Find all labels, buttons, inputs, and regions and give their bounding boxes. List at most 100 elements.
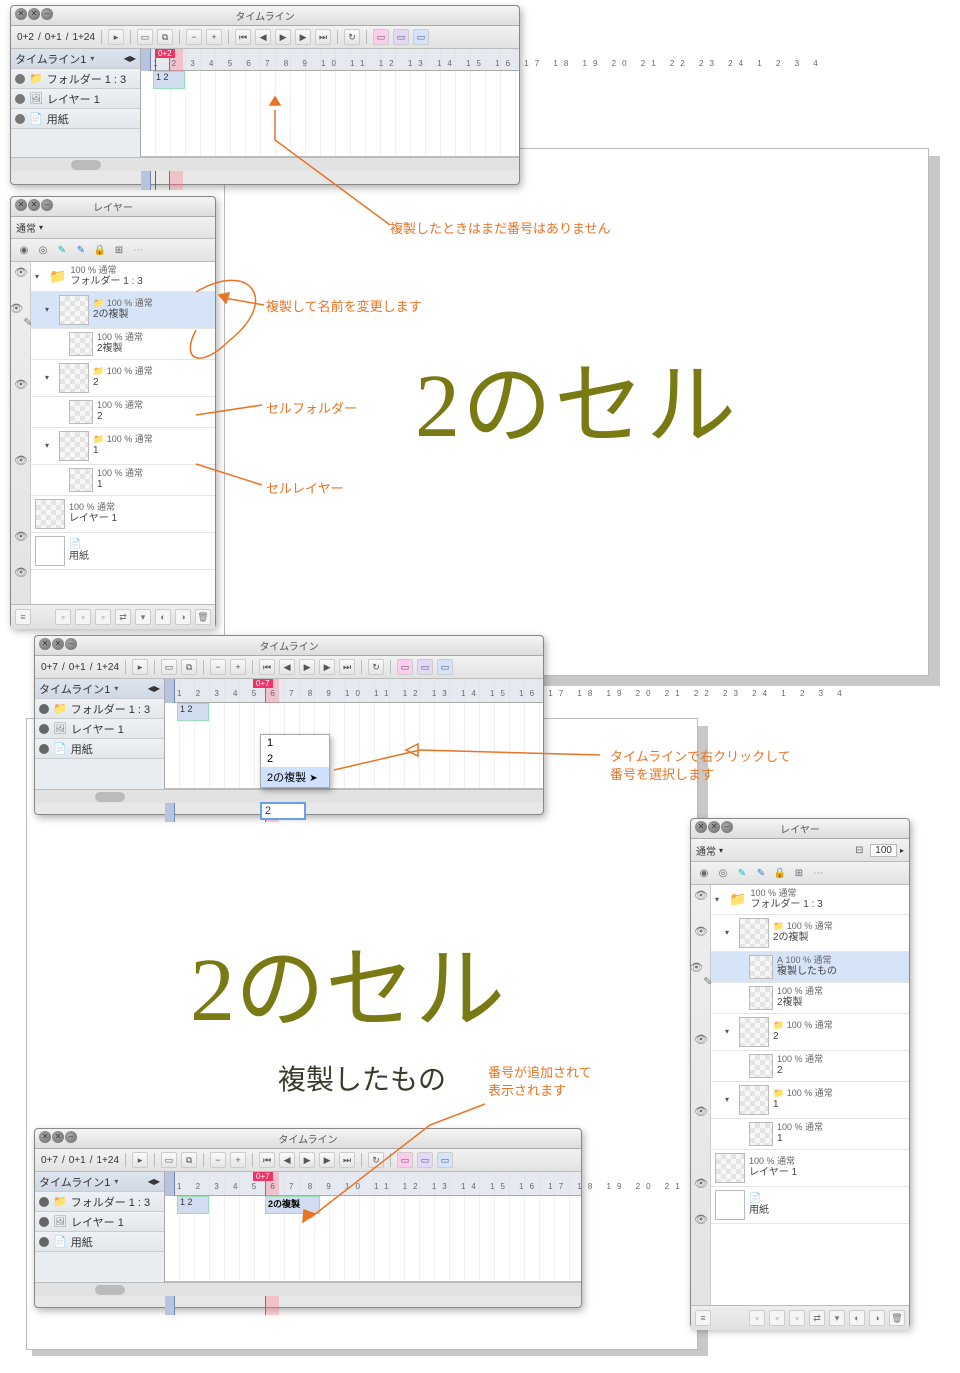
ctx-item-1[interactable]: 1 — [261, 735, 329, 751]
new-group-icon[interactable]: ▫ — [95, 609, 111, 625]
stack-icon[interactable]: ≡ — [15, 609, 31, 625]
close-icon[interactable]: ✕ — [52, 638, 64, 650]
loop-icon[interactable]: ↻ — [368, 1152, 384, 1168]
mask-icon[interactable]: ◐ — [849, 1310, 865, 1326]
zoom-out-icon[interactable]: − — [210, 659, 226, 675]
next-frame-icon[interactable]: ▶ — [319, 659, 335, 675]
visibility-toggle[interactable]: 👁 — [691, 1105, 711, 1141]
first-frame-icon[interactable]: ⏮ — [235, 29, 251, 45]
track-layer[interactable]: 🖼レイヤー 1 — [35, 719, 164, 739]
pen-blue-icon[interactable]: ✎ — [753, 865, 769, 881]
ctx-item-2[interactable]: 2 — [261, 751, 329, 767]
cel-pink-icon[interactable]: ▭ — [397, 1152, 413, 1168]
layer-row-folder[interactable]: ▾ 📁 100 % 通常フォルダー 1 : 3 — [31, 262, 215, 292]
zoom-in-icon[interactable]: + — [230, 659, 246, 675]
layer-row-duplicated[interactable]: A̲ 100 % 通常複製したもの — [711, 952, 909, 983]
visibility-toggle[interactable]: 👁 — [691, 1177, 711, 1213]
layer-row-cel-layer[interactable]: 100 % 通常2 — [711, 1051, 909, 1082]
visibility-toggle[interactable]: 👁✎ — [691, 961, 711, 997]
transfer-icon[interactable]: ⇄ — [809, 1310, 825, 1326]
visibility-toggle[interactable]: 👁✎ — [11, 302, 31, 338]
new-folder-icon[interactable]: ▫ — [75, 609, 91, 625]
last-frame-icon[interactable]: ⏭ — [339, 1152, 355, 1168]
layer-row-cel-layer[interactable]: 100 % 通常2複製 — [31, 329, 215, 360]
flag-icon[interactable]: ▸ — [132, 1152, 148, 1168]
close-icon[interactable]: ✕ — [708, 821, 720, 833]
cel-pink-icon[interactable]: ▭ — [397, 659, 413, 675]
timeline-scrollbar[interactable] — [35, 1282, 581, 1296]
merge-icon[interactable]: ▾ — [135, 609, 151, 625]
more-icon[interactable]: ⋯ — [810, 865, 826, 881]
track-paper[interactable]: 📄用紙 — [35, 1232, 164, 1252]
cel-chip-duplicate[interactable]: 2の複製 — [265, 1196, 320, 1214]
mask-icon[interactable]: ◐ — [155, 609, 171, 625]
cel-pink-icon[interactable]: ▭ — [373, 29, 389, 45]
layer-row-paper[interactable]: 📄用紙 — [31, 533, 215, 570]
cel-blue-icon[interactable]: ▭ — [437, 1152, 453, 1168]
blend-mode-select[interactable]: 通常 — [696, 843, 716, 858]
layer-row-cel-folder[interactable]: ▾ 📁 100 % 通常2 — [711, 1014, 909, 1051]
minimize-icon[interactable]: – — [65, 638, 77, 650]
window-icon[interactable]: ▭ — [161, 1152, 177, 1168]
pin-icon[interactable]: ✕ — [39, 1131, 51, 1143]
flag-icon[interactable]: ▸ — [132, 659, 148, 675]
next-frame-icon[interactable]: ▶ — [295, 29, 311, 45]
new-layer-icon[interactable]: ▫ — [55, 609, 71, 625]
prev-frame-icon[interactable]: ◀ — [279, 659, 295, 675]
cel-purple-icon[interactable]: ▭ — [393, 29, 409, 45]
pen-cyan-icon[interactable]: ✎ — [54, 242, 70, 258]
visibility-toggle[interactable]: 👁 — [11, 566, 31, 602]
play-icon[interactable]: ▶ — [275, 29, 291, 45]
loop-icon[interactable]: ↻ — [344, 29, 360, 45]
layer-row-cel-layer[interactable]: 100 % 通常1 — [711, 1119, 909, 1150]
layer-row-cel-folder[interactable]: ▾ 📁 100 % 通常2の複製 — [31, 292, 215, 329]
compare-icon[interactable]: ⧉ — [181, 1152, 197, 1168]
first-frame-icon[interactable]: ⏮ — [259, 1152, 275, 1168]
panel-title[interactable]: ✕ ✕ – レイヤー — [11, 197, 215, 217]
more-icon[interactable]: ⋯ — [130, 242, 146, 258]
visibility-toggle[interactable]: 👁 — [691, 1213, 711, 1249]
prev-frame-icon[interactable]: ◀ — [279, 1152, 295, 1168]
new-layer-icon[interactable]: ▫ — [749, 1310, 765, 1326]
zoom-out-icon[interactable]: − — [186, 29, 202, 45]
visibility-toggle[interactable]: 👁 — [691, 925, 711, 961]
ref-layer-icon[interactable]: ⊞ — [791, 865, 807, 881]
timeline-ruler[interactable]: 0+7 1 2 3 4 5 6 7 8 9 10 11 12 13 14 15 … — [165, 679, 543, 703]
lock-icon[interactable]: 🔒 — [92, 242, 108, 258]
panel-title[interactable]: ✕✕– タイムライン — [35, 636, 543, 656]
close-icon[interactable]: ✕ — [28, 8, 40, 20]
layer-row-folder[interactable]: ▾📁 100 % 通常フォルダー 1 : 3 — [711, 885, 909, 915]
palette-dark-icon[interactable]: ◉ — [696, 865, 712, 881]
opacity-slider-icon[interactable]: ⊟ — [851, 842, 867, 858]
merge-icon[interactable]: ▾ — [829, 1310, 845, 1326]
panel-title[interactable]: ✕ ✕ – タイムライン — [11, 6, 519, 26]
cel-chip[interactable]: 1 2 — [153, 71, 185, 89]
layer-row-cel-layer[interactable]: 100 % 通常1 — [31, 465, 215, 496]
transfer-icon[interactable]: ⇄ — [115, 609, 131, 625]
minimize-icon[interactable]: – — [41, 8, 53, 20]
loop-icon[interactable]: ↻ — [368, 659, 384, 675]
next-frame-icon[interactable]: ▶ — [319, 1152, 335, 1168]
track-paper[interactable]: 📄用紙 — [35, 739, 164, 759]
track-paper[interactable]: 📄 用紙 — [11, 109, 140, 129]
ctx-item-duplicate[interactable]: 2の複製 ➤ — [261, 767, 329, 787]
layer-row-cel-folder[interactable]: ▾ 📁 100 % 通常2 — [31, 360, 215, 397]
play-icon[interactable]: ▶ — [299, 659, 315, 675]
first-frame-icon[interactable]: ⏮ — [259, 659, 275, 675]
minimize-icon[interactable]: – — [721, 821, 733, 833]
cel-blue-icon[interactable]: ▭ — [437, 659, 453, 675]
pin-icon[interactable]: ✕ — [15, 199, 27, 211]
zoom-in-icon[interactable]: + — [206, 29, 222, 45]
layer-row[interactable]: 100 % 通常レイヤー 1 — [31, 496, 215, 533]
visibility-toggle[interactable]: 👁 — [691, 1033, 711, 1069]
cel-rename-input[interactable]: 2 — [260, 802, 306, 820]
cel-blue-icon[interactable]: ▭ — [413, 29, 429, 45]
pin-icon[interactable]: ✕ — [695, 821, 707, 833]
timeline-grid[interactable]: 1 2 2の複製 — [165, 1196, 581, 1282]
minimize-icon[interactable]: – — [41, 199, 53, 211]
last-frame-icon[interactable]: ⏭ — [315, 29, 331, 45]
timeline-tab[interactable]: タイムライン1▾◀▶ — [35, 679, 164, 699]
timeline-tab[interactable]: タイムライン1▾ ◀▶ — [11, 49, 140, 69]
visibility-toggle[interactable]: 👁 — [11, 266, 31, 302]
palette-light-icon[interactable]: ◎ — [715, 865, 731, 881]
